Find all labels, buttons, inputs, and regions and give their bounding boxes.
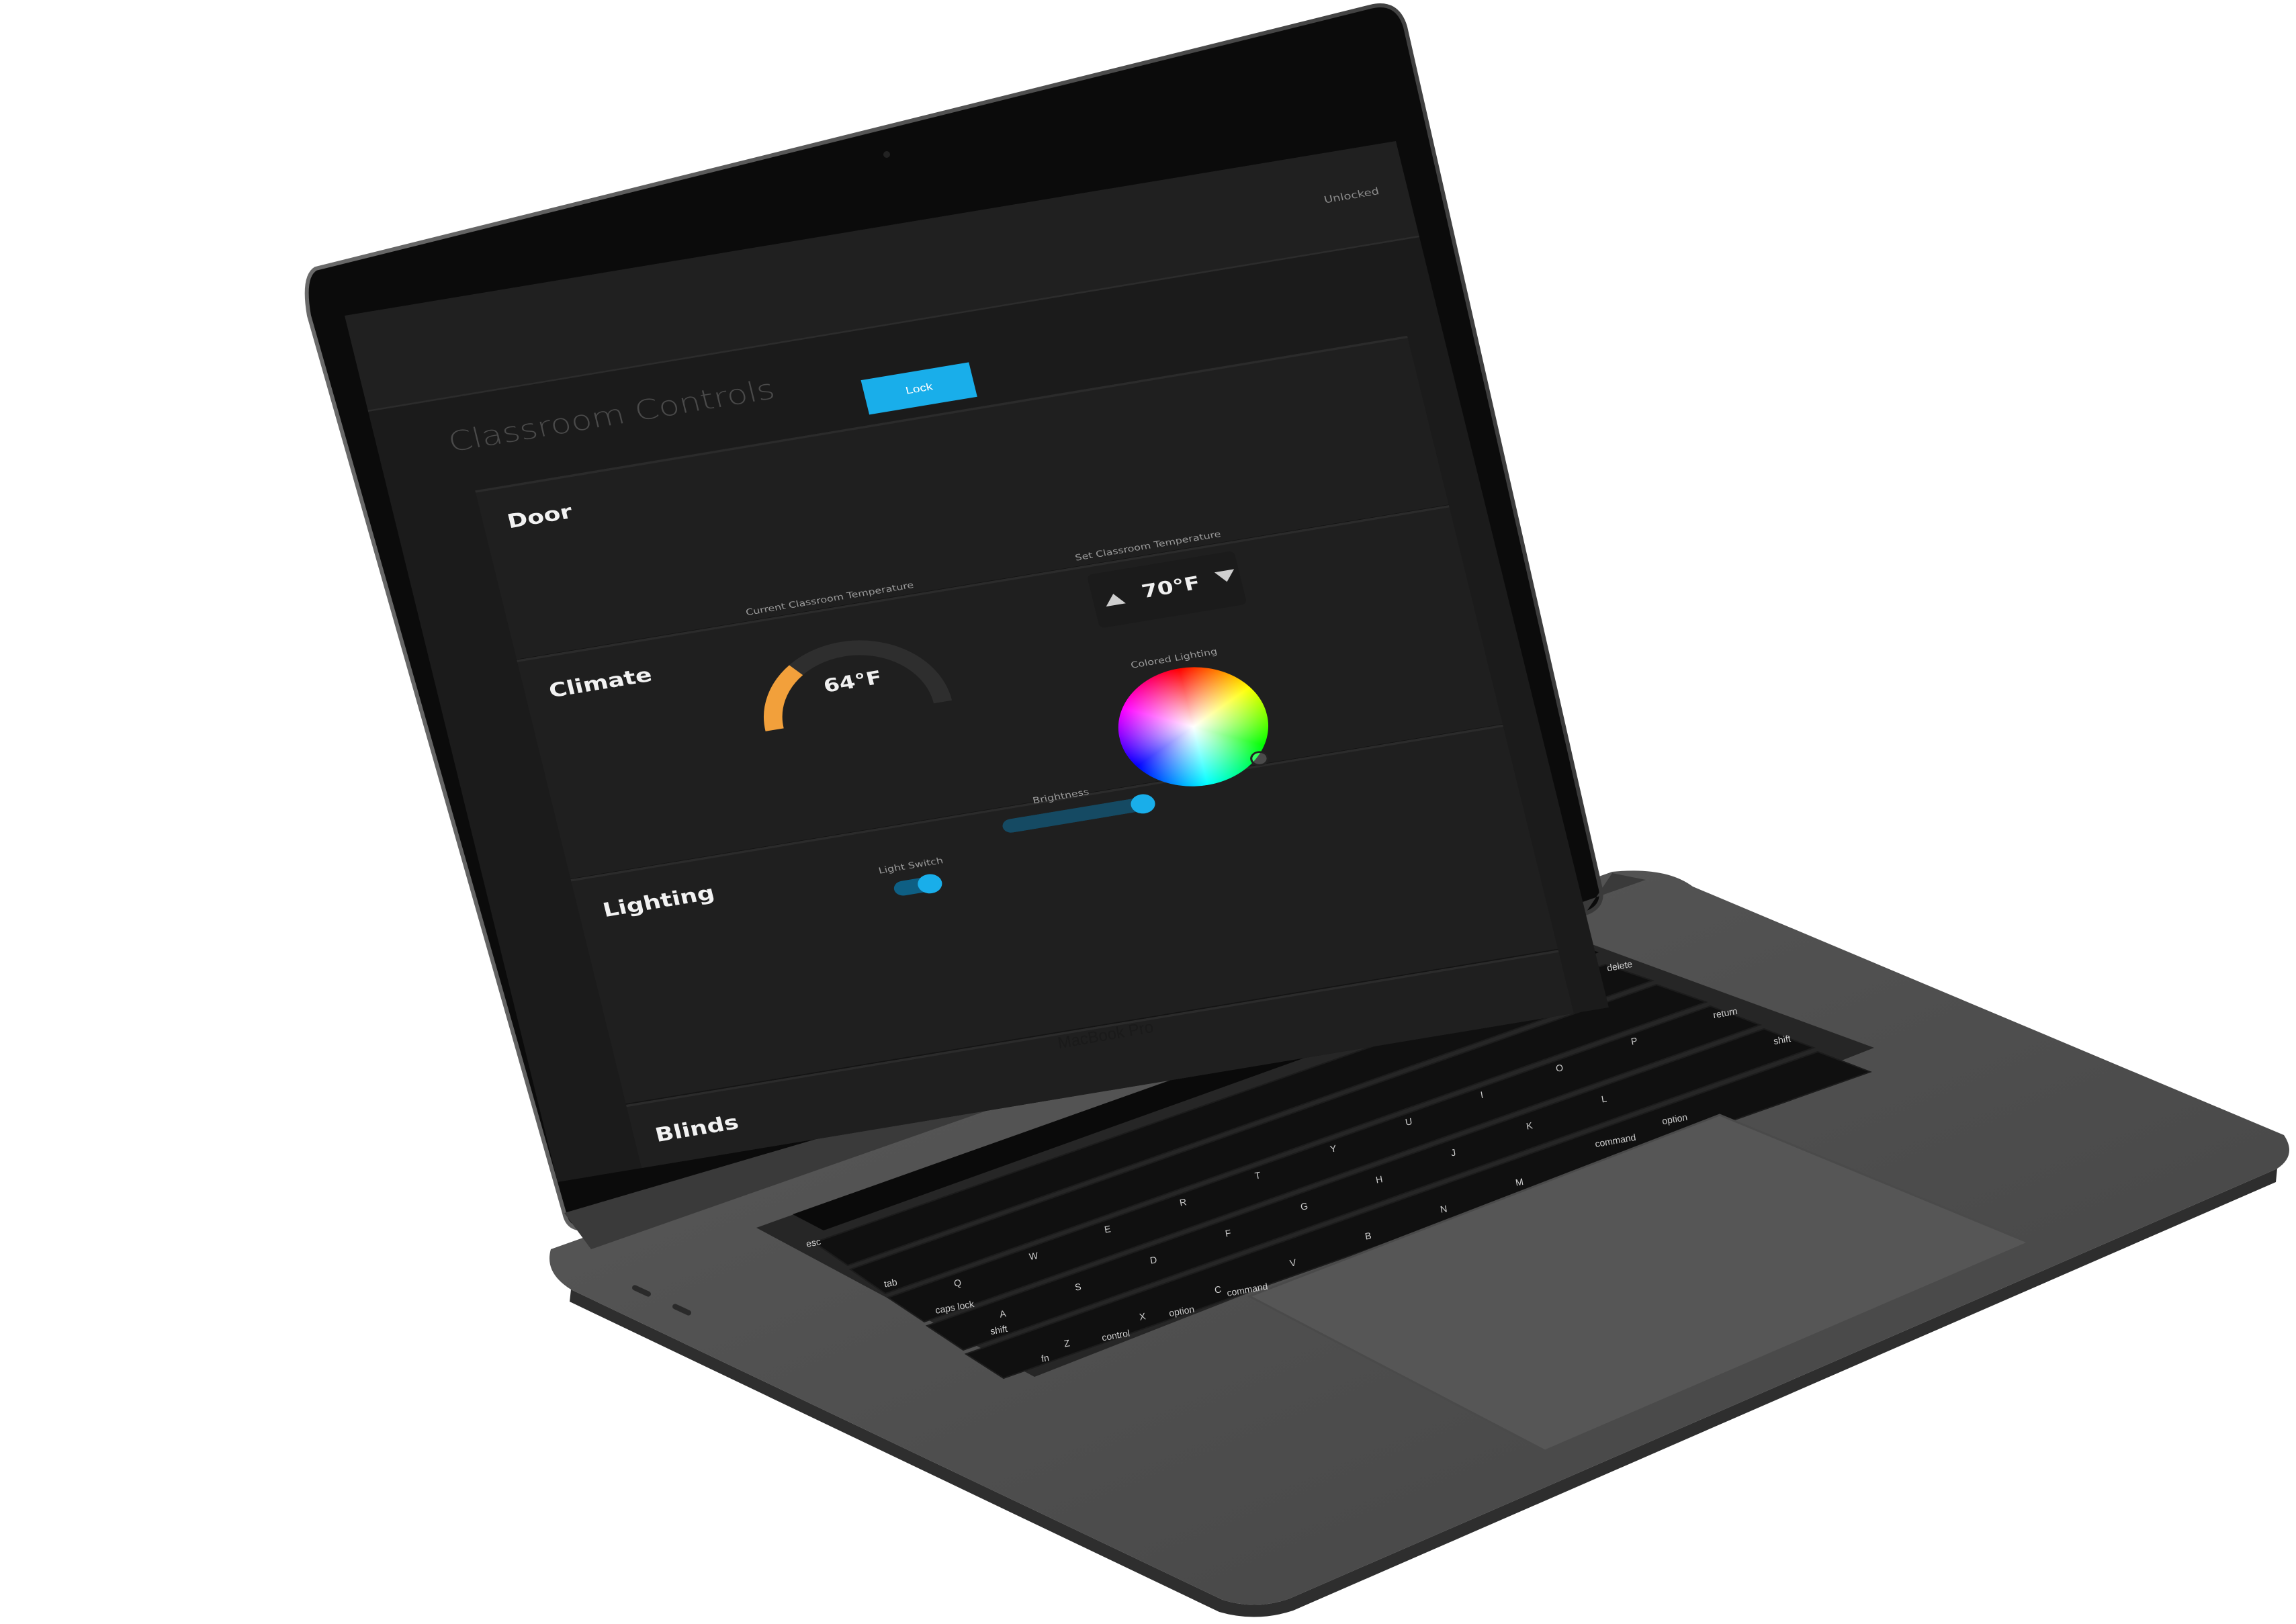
lock-button[interactable]: Lock [860, 362, 977, 415]
classroom-controls-app: Unlocked Classroom Controls Door Lock Cl… [345, 141, 1609, 1182]
screen: Unlocked Classroom Controls Door Lock Cl… [345, 141, 1609, 1182]
key-q: Q [953, 1277, 963, 1289]
temp-down-button[interactable] [1209, 563, 1243, 590]
key-tab: tab [883, 1276, 898, 1290]
climate-title: Climate [546, 663, 655, 703]
lock-status-text: Unlocked [1323, 185, 1380, 206]
door-title: Door [504, 500, 575, 533]
key-m: M [1514, 1176, 1524, 1188]
lighting-title: Lighting [600, 881, 717, 922]
temp-up-button[interactable] [1098, 586, 1131, 613]
set-temp-value: 70°F [1139, 572, 1202, 603]
gauge-fill [764, 665, 803, 731]
camera-dot [883, 151, 890, 158]
key-fn: fn [1040, 1352, 1050, 1364]
key-w: W [1028, 1249, 1039, 1263]
key-o: O [1554, 1062, 1564, 1074]
